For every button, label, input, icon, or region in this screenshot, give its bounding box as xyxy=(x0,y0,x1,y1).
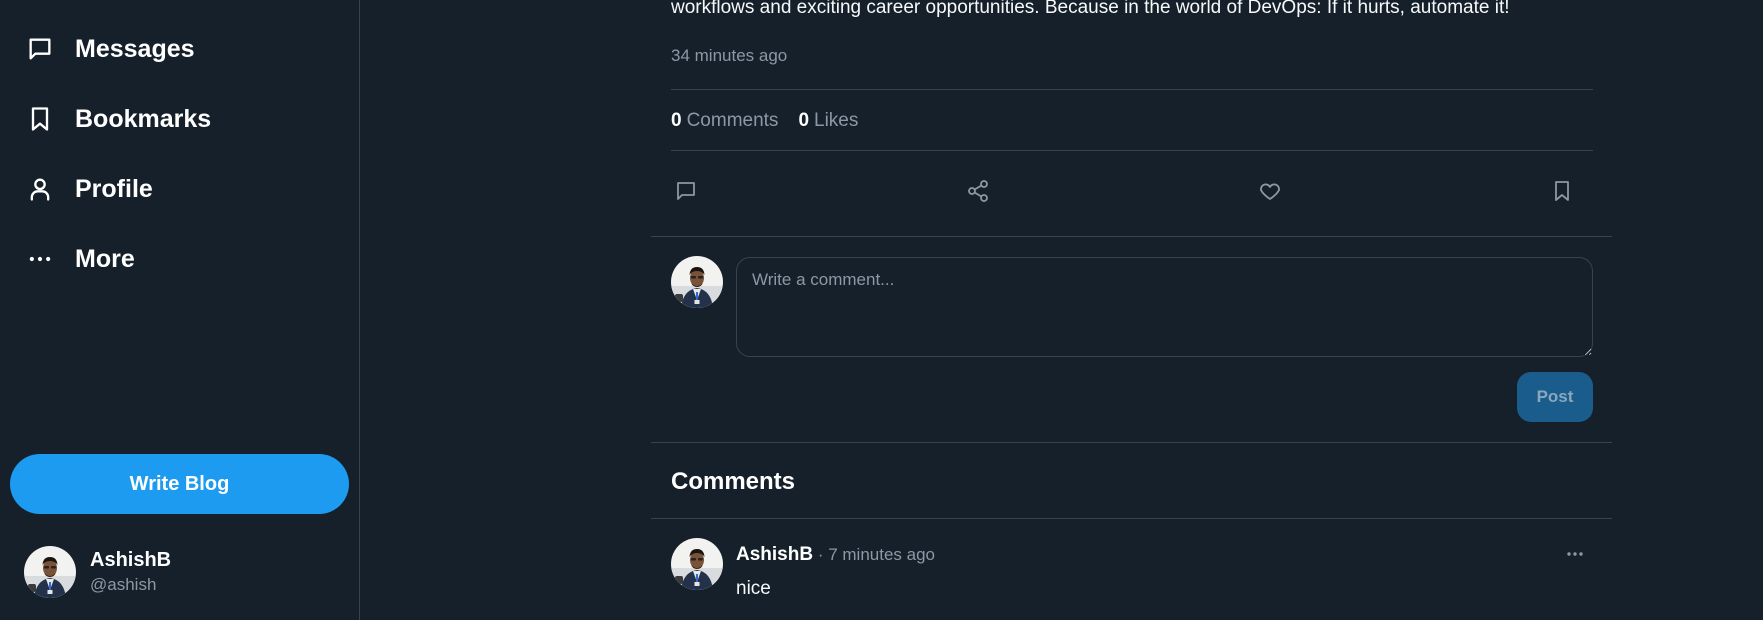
divider xyxy=(671,150,1593,151)
sidebar-item-more[interactable]: More xyxy=(25,237,135,281)
comment-meta: AshishB · 7 minutes ago xyxy=(736,544,935,566)
comment-author[interactable]: AshishB xyxy=(736,544,813,565)
more-icon xyxy=(25,244,55,274)
account-switcher[interactable]: AshishB @ashish xyxy=(24,546,171,598)
likes-count: 0 xyxy=(798,110,810,131)
post-actions xyxy=(671,178,1593,208)
sidebar-item-bookmarks[interactable]: Bookmarks xyxy=(25,97,211,141)
bookmark-icon xyxy=(1550,179,1574,208)
comment-options-button[interactable] xyxy=(1563,544,1587,564)
post-comment-button[interactable]: Post xyxy=(1517,372,1593,422)
divider xyxy=(651,518,1612,519)
sidebar-item-label: Bookmarks xyxy=(75,104,212,133)
avatar[interactable] xyxy=(671,538,723,590)
post-detail: workflows and exciting career opportunit… xyxy=(651,0,1612,620)
post-stats: 0 Comments 0 Likes xyxy=(671,110,878,132)
bookmark-button[interactable] xyxy=(1547,178,1577,208)
heart-icon xyxy=(1258,179,1282,208)
post-timestamp: 34 minutes ago xyxy=(671,46,788,65)
sidebar-item-messages[interactable]: Messages xyxy=(25,27,195,71)
likes-stat[interactable]: 0 Likes xyxy=(798,110,858,132)
sidebar-item-label: Profile xyxy=(75,174,153,203)
message-icon xyxy=(25,34,55,64)
avatar xyxy=(24,546,76,598)
comments-stat[interactable]: 0 Comments xyxy=(671,110,778,132)
comments-label: Comments xyxy=(686,110,779,131)
comment-timestamp: 7 minutes ago xyxy=(828,545,936,564)
divider xyxy=(651,236,1612,237)
sidebar: Messages Bookmarks Profile More Write Bl… xyxy=(0,0,360,620)
comment-body: nice xyxy=(736,578,771,599)
bookmark-icon xyxy=(25,104,55,134)
divider xyxy=(651,442,1612,443)
comment-input[interactable] xyxy=(736,257,1593,357)
sidebar-item-label: Messages xyxy=(75,34,195,63)
divider xyxy=(671,89,1593,90)
comment-separator: · xyxy=(817,545,824,564)
likes-label: Likes xyxy=(814,110,859,131)
comment-button[interactable] xyxy=(671,178,701,208)
comments-count: 0 xyxy=(671,110,682,131)
share-button[interactable] xyxy=(963,178,993,208)
comments-heading: Comments xyxy=(671,468,796,495)
like-button[interactable] xyxy=(1255,178,1285,208)
sidebar-item-label: More xyxy=(75,244,135,273)
post-body: workflows and exciting career opportunit… xyxy=(671,0,1510,18)
user-handle: @ashish xyxy=(90,575,157,594)
sidebar-item-profile[interactable]: Profile xyxy=(25,167,153,211)
comment-icon xyxy=(674,179,698,208)
share-icon xyxy=(966,179,990,208)
user-display-name: AshishB xyxy=(90,549,172,571)
write-blog-button[interactable]: Write Blog xyxy=(10,454,349,514)
user-icon xyxy=(25,174,55,204)
more-icon xyxy=(1565,545,1585,563)
avatar xyxy=(671,256,723,308)
